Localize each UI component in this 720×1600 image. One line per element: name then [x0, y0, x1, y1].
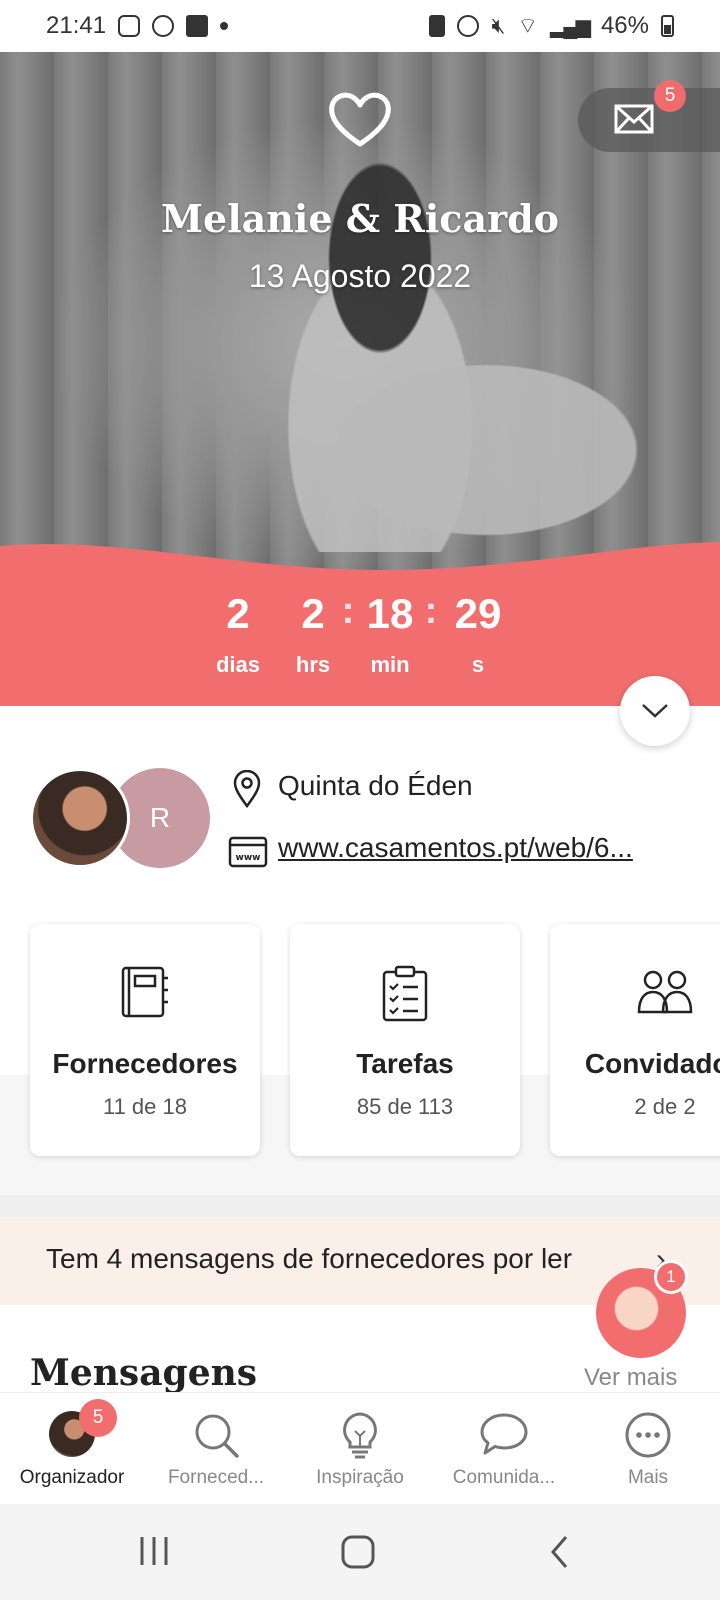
card-suppliers[interactable]: Fornecedores 11 de 18	[30, 924, 260, 1156]
mail-badge: 5	[654, 80, 686, 112]
status-bar: 21:41 🔇︎ ⌔ ▂▄▆ 46%	[0, 0, 720, 52]
nav-suppliers[interactable]: Forneced...	[144, 1393, 288, 1505]
status-left: 21:41	[46, 12, 229, 40]
card-title: Tarefas	[356, 1048, 454, 1079]
nav-organizer[interactable]: 5 Organizador	[0, 1393, 144, 1505]
countdown-minutes: 18	[366, 590, 414, 637]
checklist-icon	[382, 965, 428, 1022]
card-guests[interactable]: Convidados 2 de 2	[550, 924, 720, 1156]
chat-bubble-icon	[480, 1413, 528, 1455]
nav-badge: 5	[79, 1399, 117, 1437]
instagram-icon	[118, 15, 141, 37]
heart-icon	[329, 92, 391, 147]
avatar: 5	[49, 1399, 117, 1457]
avatar[interactable]	[30, 768, 130, 868]
couple-name: Melanie & Ricardo	[160, 196, 560, 241]
back-icon[interactable]	[548, 1534, 570, 1570]
location-icon	[233, 770, 261, 808]
card-tasks[interactable]: Tarefas 85 de 113	[290, 924, 520, 1156]
clock: 21:41	[46, 12, 107, 39]
svg-text:www: www	[236, 853, 261, 863]
countdown-hours-label: hrs	[295, 652, 331, 677]
countdown-numbers: 2 2 : 18 : 29	[0, 590, 720, 650]
bottom-navigation: 5 Organizador Forneced... Inspiração Com…	[0, 1392, 720, 1504]
mail-icon	[614, 104, 654, 134]
recent-apps-icon[interactable]	[138, 1534, 170, 1568]
search-icon	[195, 1414, 239, 1458]
nav-more[interactable]: Mais	[576, 1393, 720, 1505]
see-more-link[interactable]: Ver mais	[584, 1364, 677, 1392]
alarm-icon	[457, 15, 480, 37]
home-icon[interactable]	[340, 1534, 376, 1570]
mute-icon: 🔇︎	[491, 13, 506, 38]
vpn-icon	[429, 15, 446, 37]
signal-icon: ▂▄▆	[550, 15, 591, 38]
nav-label: Mais	[627, 1467, 669, 1488]
countdown-minutes-label: min	[370, 652, 410, 677]
battery-percent: 46%	[600, 12, 649, 39]
nav-label: Organizador	[19, 1467, 125, 1488]
website-link[interactable]: www.casamentos.pt/web/6...	[278, 832, 688, 864]
guests-icon	[637, 970, 693, 1014]
assistant-badge: 1	[654, 1260, 688, 1294]
section-title: Mensagens	[30, 1352, 258, 1394]
lightbulb-icon	[343, 1412, 377, 1459]
section-divider	[0, 1195, 720, 1217]
nav-label: Comunida...	[452, 1467, 556, 1488]
card-title: Fornecedores	[52, 1048, 238, 1079]
countdown-seconds-label: s	[471, 652, 485, 677]
nav-community[interactable]: Comunida...	[432, 1393, 576, 1505]
countdown-wave	[0, 542, 720, 586]
countdown-days: 2	[226, 590, 250, 637]
system-navigation-bar	[0, 1504, 720, 1600]
app-notification-icon	[186, 15, 209, 37]
status-right: 🔇︎ ⌔ ▂▄▆ 46%	[429, 12, 674, 40]
website-icon: www	[228, 836, 268, 868]
countdown-seconds: 29	[454, 590, 502, 637]
countdown-days-label: dias	[215, 652, 261, 677]
more-icon	[625, 1412, 671, 1458]
messages-button[interactable]: 5	[578, 80, 720, 152]
wedding-date: 13 Agosto 2022	[248, 258, 472, 294]
battery-icon	[661, 15, 674, 37]
card-title: Convidados	[584, 1048, 720, 1079]
nav-label: Forneced...	[167, 1467, 265, 1488]
banner-text: Tem 4 mensagens de fornecedores por ler	[46, 1243, 573, 1274]
nav-label: Inspiração	[316, 1467, 404, 1488]
venue-name[interactable]: Quinta do Éden	[278, 770, 473, 802]
card-count: 85 de 113	[356, 1094, 454, 1119]
countdown-labels: dias hrs min s	[0, 652, 720, 686]
more-notifications-dot	[220, 22, 229, 30]
card-count: 11 de 18	[102, 1094, 187, 1119]
whatsapp-icon	[152, 15, 175, 37]
assistant-avatar-button[interactable]: 1	[596, 1260, 688, 1358]
notebook-icon	[121, 966, 168, 1018]
nav-inspiration[interactable]: Inspiração	[288, 1393, 432, 1505]
wifi-icon: ⌔	[517, 13, 539, 38]
expand-button[interactable]	[620, 676, 690, 746]
card-count: 2 de 2	[634, 1094, 696, 1119]
chevron-down-icon	[642, 704, 668, 718]
